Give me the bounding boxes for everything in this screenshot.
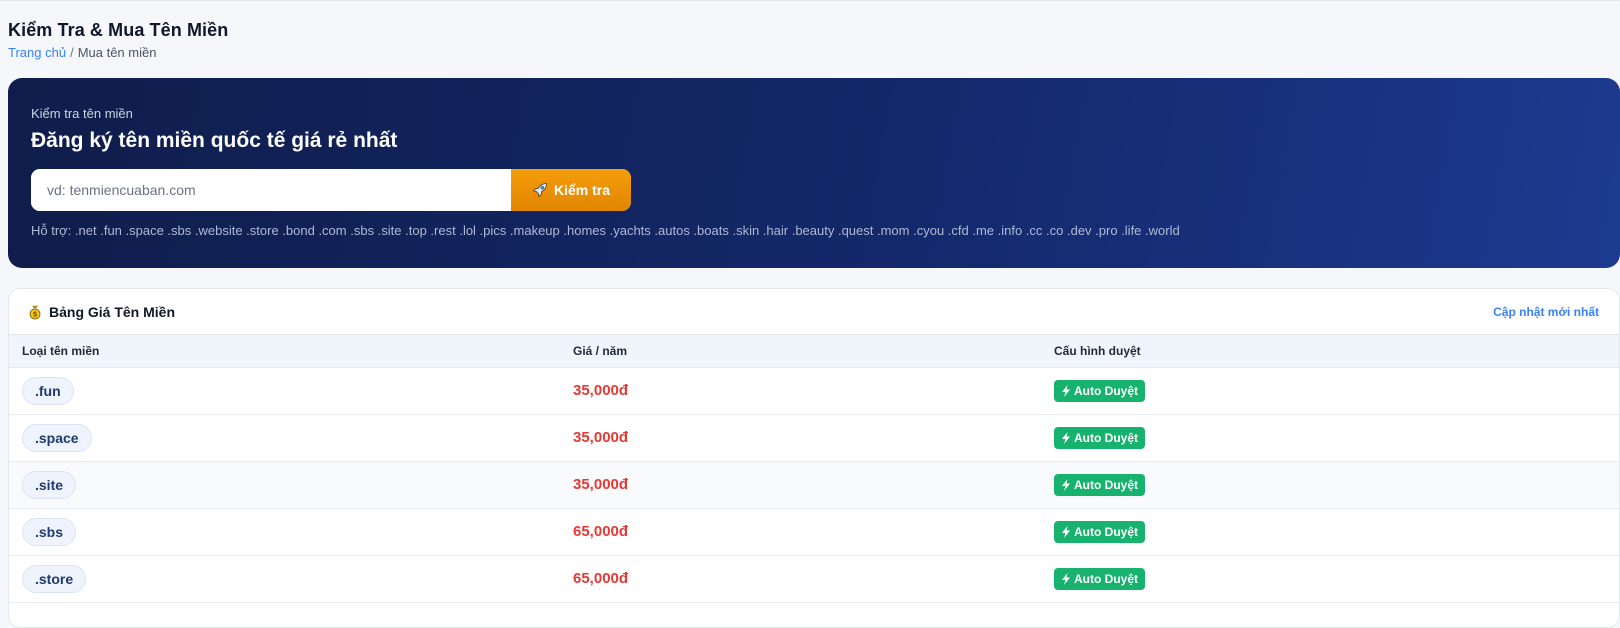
price-value: 35,000đ [573,382,629,399]
rocket-icon [532,183,547,198]
table-row: .store 65,000đ Auto Duyệt [9,556,1619,603]
breadcrumb-home-link[interactable]: Trang chủ [8,45,66,60]
top-divider [0,0,1620,1]
price-value: 35,000đ [573,476,629,493]
supported-extensions-text: Hỗ trợ: .net .fun .space .sbs .website .… [31,223,1180,238]
extension-pill: .space [22,424,92,452]
update-latest-link[interactable]: Cập nhật mới nhất [1493,305,1599,319]
table-header-row: Loại tên miền Giá / năm Cấu hình duyệt [9,334,1619,368]
hero-eyebrow: Kiểm tra tên miền [31,106,133,121]
column-header-config: Cấu hình duyệt [1054,344,1141,358]
price-value: 65,000đ [573,570,629,587]
page-header: Kiểm Tra & Mua Tên Miền Trang chủ / Mua tê… [8,20,228,60]
auto-approve-label: Auto Duyệt [1074,384,1138,398]
price-table-card: $ Bảng Giá Tên Miền Cập nhật mới nhất Lo… [8,288,1620,628]
price-table-title-text: Bảng Giá Tên Miền [49,303,176,320]
breadcrumb: Trang chủ / Mua tên miền [8,45,228,60]
check-domain-button[interactable]: Kiểm tra [511,169,631,211]
auto-approve-badge: Auto Duyệt [1054,521,1145,543]
price-value: 35,000đ [573,429,629,446]
auto-approve-badge: Auto Duyệt [1054,380,1145,402]
table-row: .fun 35,000đ Auto Duyệt [9,368,1619,415]
breadcrumb-current: Mua tên miền [77,45,157,60]
lightning-icon [1062,526,1070,538]
lightning-icon [1062,573,1070,585]
svg-text:$: $ [33,310,38,318]
breadcrumb-separator: / [70,45,74,60]
extension-pill: .store [22,565,87,593]
auto-approve-label: Auto Duyệt [1074,525,1138,539]
price-table-title: $ Bảng Giá Tên Miền [27,304,175,320]
domain-search-bar: Kiểm tra [31,169,631,211]
price-value: 65,000đ [573,523,629,540]
extension-pill: .fun [22,377,74,405]
auto-approve-label: Auto Duyệt [1074,572,1138,586]
auto-approve-label: Auto Duyệt [1074,431,1138,445]
auto-approve-badge: Auto Duyệt [1054,427,1145,449]
auto-approve-badge: Auto Duyệt [1054,568,1145,590]
hero-heading: Đăng ký tên miền quốc tế giá rẻ nhất [31,129,398,152]
domain-search-input[interactable] [31,169,511,211]
lightning-icon [1062,385,1070,397]
auto-approve-badge: Auto Duyệt [1054,474,1145,496]
column-header-type: Loại tên miền [22,344,100,358]
page-title: Kiểm Tra & Mua Tên Miền [8,20,229,40]
check-domain-label: Kiểm tra [553,182,611,198]
extension-pill: .site [22,471,77,499]
column-header-price: Giá / năm [573,344,628,358]
price-table: Loại tên miền Giá / năm Cấu hình duyệt .… [9,334,1619,603]
table-row: .sbs 65,000đ Auto Duyệt [9,509,1619,556]
moneybag-icon: $ [29,305,41,319]
auto-approve-label: Auto Duyệt [1074,478,1138,492]
extension-pill: .sbs [22,518,77,546]
table-row: .space 35,000đ Auto Duyệt [9,415,1619,462]
table-row: .site 35,000đ Auto Duyệt [9,461,1619,509]
price-table-header: $ Bảng Giá Tên Miền Cập nhật mới nhất [9,289,1619,334]
lightning-icon [1062,432,1070,444]
domain-search-hero: Kiểm tra tên miền Đăng ký tên miền quốc … [8,78,1620,268]
lightning-icon [1062,479,1070,491]
